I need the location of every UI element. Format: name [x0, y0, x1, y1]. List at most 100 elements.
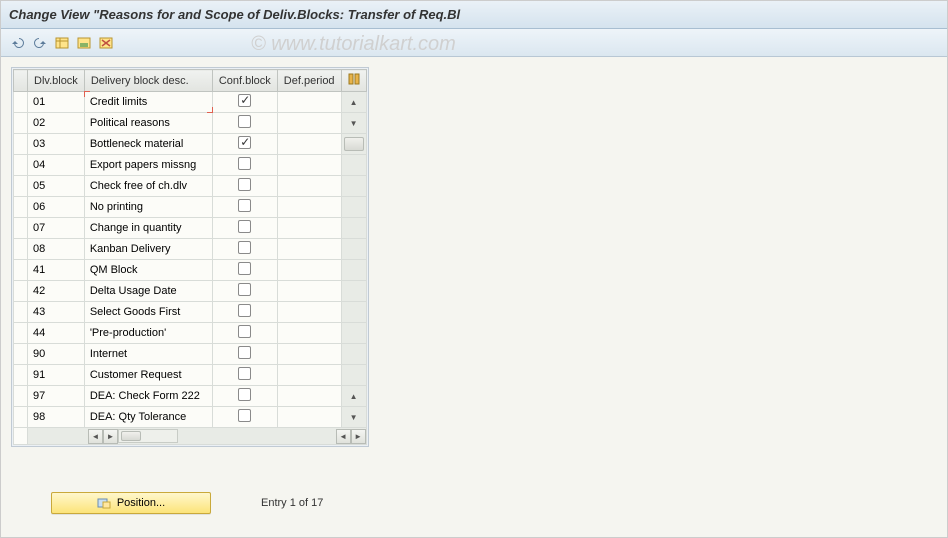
row-selector[interactable]	[14, 386, 28, 407]
cell-dlvblock[interactable]: 98	[28, 409, 84, 425]
scroll-left2-icon[interactable]: ◄	[336, 429, 351, 444]
conf-checkbox[interactable]	[238, 157, 251, 170]
row-selector[interactable]	[14, 113, 28, 134]
scroll-down-inner-icon[interactable]: ▼	[342, 119, 366, 128]
row-selector[interactable]	[14, 260, 28, 281]
redo-icon[interactable]	[31, 34, 49, 52]
scroll-right2-icon[interactable]: ►	[351, 429, 366, 444]
conf-checkbox[interactable]	[238, 94, 251, 107]
conf-checkbox[interactable]	[238, 262, 251, 275]
scroll-down-inner2-icon[interactable]: ▼	[342, 413, 366, 422]
cell-defperiod[interactable]	[278, 268, 341, 272]
table-row[interactable]: 07Change in quantity	[14, 218, 367, 239]
col-header-dlvblock[interactable]: Dlv.block	[28, 70, 85, 92]
row-selector[interactable]	[14, 197, 28, 218]
table-new-icon[interactable]	[53, 34, 71, 52]
cell-dlvblock[interactable]: 42	[28, 283, 84, 299]
cell-desc[interactable]: Kanban Delivery	[85, 241, 212, 257]
cell-dlvblock[interactable]: 02	[28, 115, 84, 131]
conf-checkbox[interactable]	[238, 199, 251, 212]
conf-checkbox[interactable]	[238, 346, 251, 359]
table-row[interactable]: 42Delta Usage Date	[14, 281, 367, 302]
row-selector[interactable]	[14, 407, 28, 428]
table-row[interactable]: 44'Pre-production'	[14, 323, 367, 344]
scroll-right-icon[interactable]: ►	[103, 429, 118, 444]
table-row[interactable]: 98DEA: Qty Tolerance ▼	[14, 407, 367, 428]
position-button[interactable]: Position...	[51, 492, 211, 514]
row-selector-header[interactable]	[14, 70, 28, 92]
table-row[interactable]: 06No printing	[14, 197, 367, 218]
cell-desc[interactable]: DEA: Check Form 222	[85, 388, 212, 404]
cell-desc[interactable]: QM Block	[85, 262, 212, 278]
cell-dlvblock[interactable]: 44	[28, 325, 84, 341]
table-row[interactable]: 91Customer Request	[14, 365, 367, 386]
cell-dlvblock[interactable]: 41	[28, 262, 84, 278]
cell-desc[interactable]: Select Goods First	[85, 304, 212, 320]
cell-dlvblock[interactable]: 01	[28, 94, 84, 110]
table-row[interactable]: 41QM Block	[14, 260, 367, 281]
col-header-defperiod[interactable]: Def.period	[277, 70, 341, 92]
cell-defperiod[interactable]	[278, 163, 341, 167]
table-row[interactable]: 43Select Goods First	[14, 302, 367, 323]
table-delete-icon[interactable]	[97, 34, 115, 52]
scroll-up-inner2-icon[interactable]: ▲	[342, 392, 366, 401]
cell-dlvblock[interactable]: 07	[28, 220, 84, 236]
cell-defperiod[interactable]	[278, 352, 341, 356]
row-selector[interactable]	[14, 218, 28, 239]
row-selector[interactable]	[14, 134, 28, 155]
cell-defperiod[interactable]	[278, 142, 341, 146]
table-row[interactable]: 02Political reasons ▼	[14, 113, 367, 134]
conf-checkbox[interactable]	[238, 388, 251, 401]
cell-defperiod[interactable]	[278, 247, 341, 251]
cell-dlvblock[interactable]: 03	[28, 136, 84, 152]
cell-desc[interactable]: Credit limits	[85, 94, 212, 110]
configure-columns-icon[interactable]	[341, 70, 366, 92]
cell-desc[interactable]: No printing	[85, 199, 212, 215]
cell-desc[interactable]: Bottleneck material	[85, 136, 212, 152]
conf-checkbox[interactable]	[238, 220, 251, 233]
table-row[interactable]: 05Check free of ch.dlv	[14, 176, 367, 197]
scroll-up-inner-icon[interactable]: ▲	[342, 98, 366, 107]
cell-desc[interactable]: Political reasons	[85, 115, 212, 131]
conf-checkbox[interactable]	[238, 304, 251, 317]
cell-defperiod[interactable]	[278, 226, 341, 230]
cell-defperiod[interactable]	[278, 415, 341, 419]
cell-defperiod[interactable]	[278, 289, 341, 293]
conf-checkbox[interactable]	[238, 325, 251, 338]
cell-desc[interactable]: Export papers missng	[85, 157, 212, 173]
conf-checkbox[interactable]	[238, 241, 251, 254]
cell-dlvblock[interactable]: 97	[28, 388, 84, 404]
row-selector[interactable]	[14, 239, 28, 260]
undo-icon[interactable]	[9, 34, 27, 52]
cell-dlvblock[interactable]: 43	[28, 304, 84, 320]
table-row[interactable]: 97DEA: Check Form 222 ▲	[14, 386, 367, 407]
cell-defperiod[interactable]	[278, 100, 341, 104]
conf-checkbox[interactable]	[238, 409, 251, 422]
scroll-thumb[interactable]	[344, 137, 364, 151]
conf-checkbox[interactable]	[238, 178, 251, 191]
cell-defperiod[interactable]	[278, 373, 341, 377]
cell-dlvblock[interactable]: 04	[28, 157, 84, 173]
cell-defperiod[interactable]	[278, 394, 341, 398]
col-header-confblock[interactable]: Conf.block	[212, 70, 277, 92]
row-selector[interactable]	[14, 92, 28, 113]
table-row[interactable]: 04Export papers missng	[14, 155, 367, 176]
table-row[interactable]: 08Kanban Delivery	[14, 239, 367, 260]
row-selector[interactable]	[14, 155, 28, 176]
cell-desc[interactable]: Internet	[85, 346, 212, 362]
cell-desc[interactable]: DEA: Qty Tolerance	[85, 409, 212, 425]
cell-defperiod[interactable]	[278, 331, 341, 335]
conf-checkbox[interactable]	[238, 136, 251, 149]
row-selector[interactable]	[14, 302, 28, 323]
table-row[interactable]: 01Credit limits ▲	[14, 92, 367, 113]
row-selector[interactable]	[14, 365, 28, 386]
cell-dlvblock[interactable]: 90	[28, 346, 84, 362]
row-selector[interactable]	[14, 281, 28, 302]
cell-defperiod[interactable]	[278, 184, 341, 188]
conf-checkbox[interactable]	[238, 115, 251, 128]
cell-desc[interactable]: Change in quantity	[85, 220, 212, 236]
table-row[interactable]: 03Bottleneck material	[14, 134, 367, 155]
cell-defperiod[interactable]	[278, 205, 341, 209]
cell-dlvblock[interactable]: 08	[28, 241, 84, 257]
cell-desc[interactable]: Delta Usage Date	[85, 283, 212, 299]
